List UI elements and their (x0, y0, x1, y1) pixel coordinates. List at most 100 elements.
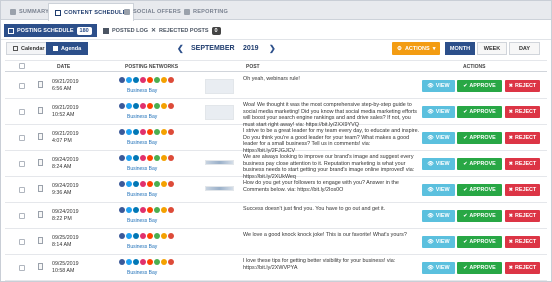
business-name: Business Bay (127, 218, 158, 224)
row-date: 09/24/2019 (52, 157, 79, 163)
tab-social-offers[interactable]: SOCIAL OFFERS (118, 4, 187, 20)
reject-label: REJECT (514, 213, 537, 219)
list-icon (53, 46, 58, 51)
approve-button[interactable]: ✔ APPROVE (457, 184, 502, 196)
view-label: VIEW (435, 135, 450, 141)
approve-button[interactable]: ✔ APPROVE (457, 106, 502, 118)
business-name: Business Bay (127, 192, 158, 198)
post-thumbnail[interactable] (205, 105, 234, 120)
approve-button[interactable]: ✔ APPROVE (457, 80, 502, 92)
reject-button[interactable]: ✖ REJECT (505, 262, 540, 274)
approve-button[interactable]: ✔ APPROVE (457, 132, 502, 144)
table-row: 09/24/2019 8:22 PM Business Bay Success … (5, 203, 547, 229)
row-datetime: 09/24/2019 8:22 PM (52, 209, 79, 223)
select-all-checkbox[interactable] (19, 63, 25, 69)
view-label: VIEW (435, 161, 450, 167)
next-month-button[interactable]: ❯ (269, 42, 276, 55)
post-thumbnail[interactable] (205, 131, 234, 146)
business-name: Business Bay (127, 166, 158, 172)
twitter-icon (126, 181, 132, 187)
table-row: 09/24/2019 9:36 AM Business Bay How do y… (5, 177, 547, 203)
reject-label: REJECT (514, 109, 537, 115)
approve-button[interactable]: ✔ APPROVE (457, 236, 502, 248)
approve-button[interactable]: ✔ APPROVE (457, 262, 502, 274)
row-date: 09/21/2019 (52, 105, 79, 111)
row-checkbox[interactable] (19, 83, 25, 89)
reject-button[interactable]: ✖ REJECT (505, 158, 540, 170)
eye-icon: 👁 (427, 161, 434, 167)
range-month-button[interactable]: MONTH (445, 42, 475, 55)
document-icon (38, 211, 43, 218)
post-thumbnail[interactable] (205, 160, 234, 165)
reject-button[interactable]: ✖ REJECT (505, 80, 540, 92)
calendar-view-button[interactable]: Calendar (6, 42, 52, 55)
reddit-icon (147, 259, 153, 265)
post-thumbnail[interactable] (205, 186, 234, 191)
tumblr-icon (161, 155, 167, 161)
close-icon: ✖ (508, 213, 513, 219)
row-checkbox[interactable] (19, 187, 25, 193)
twitter-icon (126, 103, 132, 109)
post-thumbnail[interactable] (205, 209, 234, 224)
post-text: How do you get your followers to engage … (243, 180, 399, 193)
twitter-icon (126, 259, 132, 265)
posting-schedule-label: POSTING SCHEDULE (17, 27, 74, 34)
close-icon: ✕ (151, 28, 157, 34)
tumblr-icon (161, 181, 167, 187)
post-thumbnail[interactable] (205, 235, 234, 250)
view-button[interactable]: 👁 VIEW (422, 210, 455, 222)
post-thumbnail[interactable] (205, 79, 234, 94)
post-thumbnail[interactable] (205, 261, 234, 276)
approve-label: APPROVE (469, 239, 496, 245)
tumblr-icon (161, 259, 167, 265)
check-icon: ✔ (463, 83, 468, 89)
reject-button[interactable]: ✖ REJECT (505, 236, 540, 248)
view-button[interactable]: 👁 VIEW (422, 184, 455, 196)
view-button[interactable]: 👁 VIEW (422, 236, 455, 248)
row-date: 09/21/2019 (52, 131, 79, 137)
row-checkbox[interactable] (19, 213, 25, 219)
agenda-view-button[interactable]: Agenda (46, 42, 89, 55)
row-checkbox[interactable] (19, 239, 25, 245)
google-plus-icon (168, 207, 174, 213)
reject-button[interactable]: ✖ REJECT (505, 132, 540, 144)
actions-dropdown[interactable]: ⚙ ACTIONS ▾ (392, 42, 441, 55)
rejected-posts-tab[interactable]: ✕ REJECTED POSTS 0 (151, 24, 221, 37)
posting-schedule-tab[interactable]: POSTING SCHEDULE 180 (4, 24, 97, 37)
check-icon: ✔ (463, 135, 468, 141)
view-button[interactable]: 👁 VIEW (422, 106, 455, 118)
reject-button[interactable]: ✖ REJECT (505, 184, 540, 196)
approve-button[interactable]: ✔ APPROVE (457, 158, 502, 170)
network-icons (119, 181, 175, 187)
row-time: 4:07 PM (52, 138, 72, 144)
range-day-button[interactable]: DAY (509, 42, 540, 55)
tab-reporting[interactable]: REPORTING (178, 4, 234, 20)
view-button[interactable]: 👁 VIEW (422, 80, 455, 92)
tab-social-offers-label: SOCIAL OFFERS (133, 9, 181, 15)
row-checkbox[interactable] (19, 265, 25, 271)
instagram-icon (140, 129, 146, 135)
row-time: 9:36 AM (52, 190, 72, 196)
view-button[interactable]: 👁 VIEW (422, 132, 455, 144)
eye-icon: 👁 (427, 109, 434, 115)
reject-label: REJECT (514, 83, 537, 89)
row-checkbox[interactable] (19, 135, 25, 141)
eye-icon: 👁 (427, 265, 434, 271)
view-button[interactable]: 👁 VIEW (422, 262, 455, 274)
prev-month-button[interactable]: ❮ (177, 42, 184, 55)
reject-button[interactable]: ✖ REJECT (505, 106, 540, 118)
approve-button[interactable]: ✔ APPROVE (457, 210, 502, 222)
row-checkbox[interactable] (19, 109, 25, 115)
row-checkbox[interactable] (19, 161, 25, 167)
google-my-business-icon (154, 233, 160, 239)
tab-summary-label: SUMMARY (19, 9, 50, 15)
posted-log-tab[interactable]: POSTED LOG (103, 24, 148, 37)
twitter-icon (126, 155, 132, 161)
reject-button[interactable]: ✖ REJECT (505, 210, 540, 222)
tab-reporting-label: REPORTING (193, 9, 229, 15)
view-button[interactable]: 👁 VIEW (422, 158, 455, 170)
approve-label: APPROVE (469, 109, 496, 115)
row-time: 10:52 AM (52, 112, 75, 118)
range-week-button[interactable]: WEEK (477, 42, 507, 55)
posting-schedule-count: 180 (76, 26, 92, 35)
